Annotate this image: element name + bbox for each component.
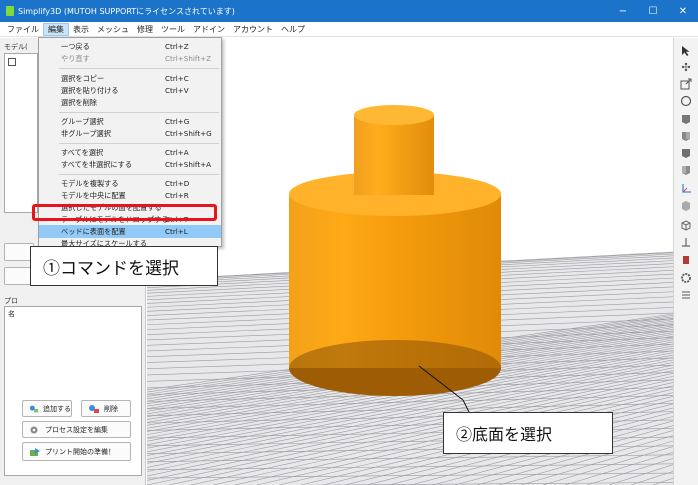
process-row-fragment: 名 <box>8 310 15 318</box>
rotate-icon[interactable] <box>679 94 693 108</box>
title-bar: Simplify3D (MUTOH SUPPORTにライセンスされています) −… <box>0 0 698 22</box>
cylinder-model[interactable] <box>289 105 501 396</box>
menu-separator <box>59 174 219 175</box>
window-title: Simplify3D (MUTOH SUPPORTにライセンスされています) <box>18 6 235 16</box>
edit-process-settings-label: プロセス設定を編集 <box>45 425 108 434</box>
cube-icon[interactable] <box>679 199 693 213</box>
prepare-to-print-label: プリント開始の準備！ <box>45 447 115 456</box>
models-list[interactable] <box>4 53 38 213</box>
menu-tools[interactable]: ツール <box>157 23 189 36</box>
callout-select-bottom-face: ②底面を選択 <box>443 412 613 454</box>
settings-gear-icon[interactable] <box>679 271 693 285</box>
prepare-to-print-button[interactable]: プリント開始の準備！ <box>22 442 131 461</box>
model-bottom-face[interactable] <box>289 340 501 396</box>
callout-select-command: ①コマンドを選択 <box>30 246 218 286</box>
processes-label: プロ <box>4 297 18 305</box>
menu-view[interactable]: 表示 <box>69 23 93 36</box>
move-icon[interactable]: ✣ <box>679 60 693 74</box>
menu-file[interactable]: ファイル <box>3 23 43 36</box>
menu-mesh[interactable]: メッシュ <box>93 23 133 36</box>
menu-addins[interactable]: アドイン <box>189 23 229 36</box>
menu-item-ungroup-selection[interactable]: 非グループ選択 Ctrl+Shift+G <box>39 127 221 140</box>
view-iso-icon[interactable] <box>679 163 693 177</box>
delete-process-button[interactable]: 削除 <box>81 400 131 417</box>
select-arrow-icon[interactable] <box>679 44 693 58</box>
menu-separator <box>59 68 219 69</box>
delete-process-icon <box>89 404 99 413</box>
models-label: モデル( <box>4 43 28 51</box>
add-process-button[interactable]: 追加する <box>22 400 72 417</box>
menu-bar: ファイル 編集 表示 メッシュ 修理 ツール アドイン アカウント ヘルプ <box>0 22 698 37</box>
model-checkbox[interactable] <box>8 58 16 66</box>
highlight-box <box>32 204 217 221</box>
menu-account[interactable]: アカウント <box>229 23 277 36</box>
paint-icon[interactable] <box>679 253 693 267</box>
edit-process-settings-button[interactable]: プロセス設定を編集 <box>22 421 131 438</box>
right-toolbar: ✣ <box>673 38 698 485</box>
add-process-label: 追加する <box>43 404 71 413</box>
ruler-icon[interactable] <box>679 236 693 250</box>
axes-icon[interactable] <box>679 182 693 196</box>
mesh-icon[interactable] <box>679 218 693 232</box>
maximize-button[interactable]: ☐ <box>638 0 668 22</box>
app-logo-icon <box>6 6 14 16</box>
menu-edit[interactable]: 編集 <box>43 22 69 36</box>
minimize-button[interactable]: − <box>608 0 638 22</box>
view-front-icon[interactable] <box>679 129 693 143</box>
menu-help[interactable]: ヘルプ <box>277 23 309 36</box>
layers-icon[interactable] <box>679 288 693 302</box>
menu-item-deselect-all[interactable]: すべてを非選択にする Ctrl+Shift+A <box>39 158 221 171</box>
delete-process-label: 削除 <box>104 404 118 413</box>
scale-icon[interactable] <box>679 77 693 91</box>
view-side-icon[interactable] <box>679 146 693 160</box>
menu-separator <box>59 112 219 113</box>
prepare-print-icon <box>30 447 40 456</box>
window-controls: − ☐ ✕ <box>608 0 698 22</box>
view-top-icon[interactable] <box>679 112 693 126</box>
menu-repair[interactable]: 修理 <box>133 23 157 36</box>
menu-item-redo[interactable]: やり直す Ctrl+Shift+Z <box>39 52 221 65</box>
close-button[interactable]: ✕ <box>668 0 698 22</box>
add-process-icon <box>29 405 39 412</box>
process-settings-icon <box>30 426 38 433</box>
menu-item-delete-selection[interactable]: 選択を削除 <box>39 96 221 109</box>
menu-separator <box>59 143 219 144</box>
